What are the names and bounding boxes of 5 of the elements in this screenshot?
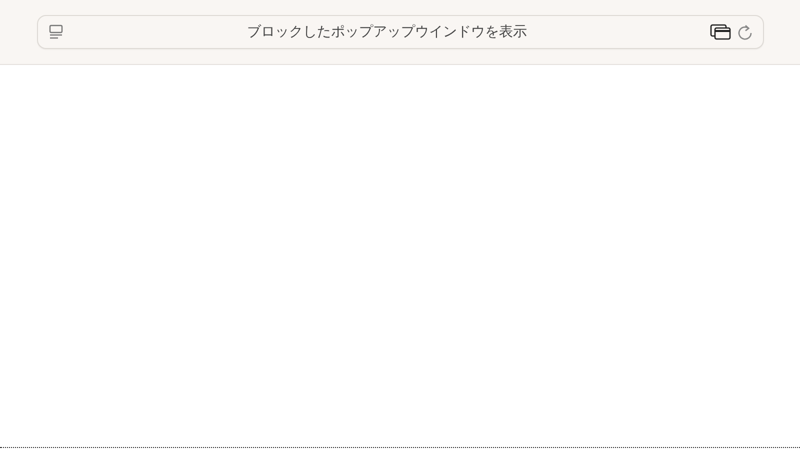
address-text: ブロックしたポップアップウインドウを表示 [246,23,528,41]
windows-icon[interactable] [710,24,731,40]
sidebar-icon[interactable] [48,24,64,40]
reload-icon[interactable] [737,24,753,40]
address-bar[interactable]: ブロックしたポップアップウインドウを表示 [37,15,764,49]
